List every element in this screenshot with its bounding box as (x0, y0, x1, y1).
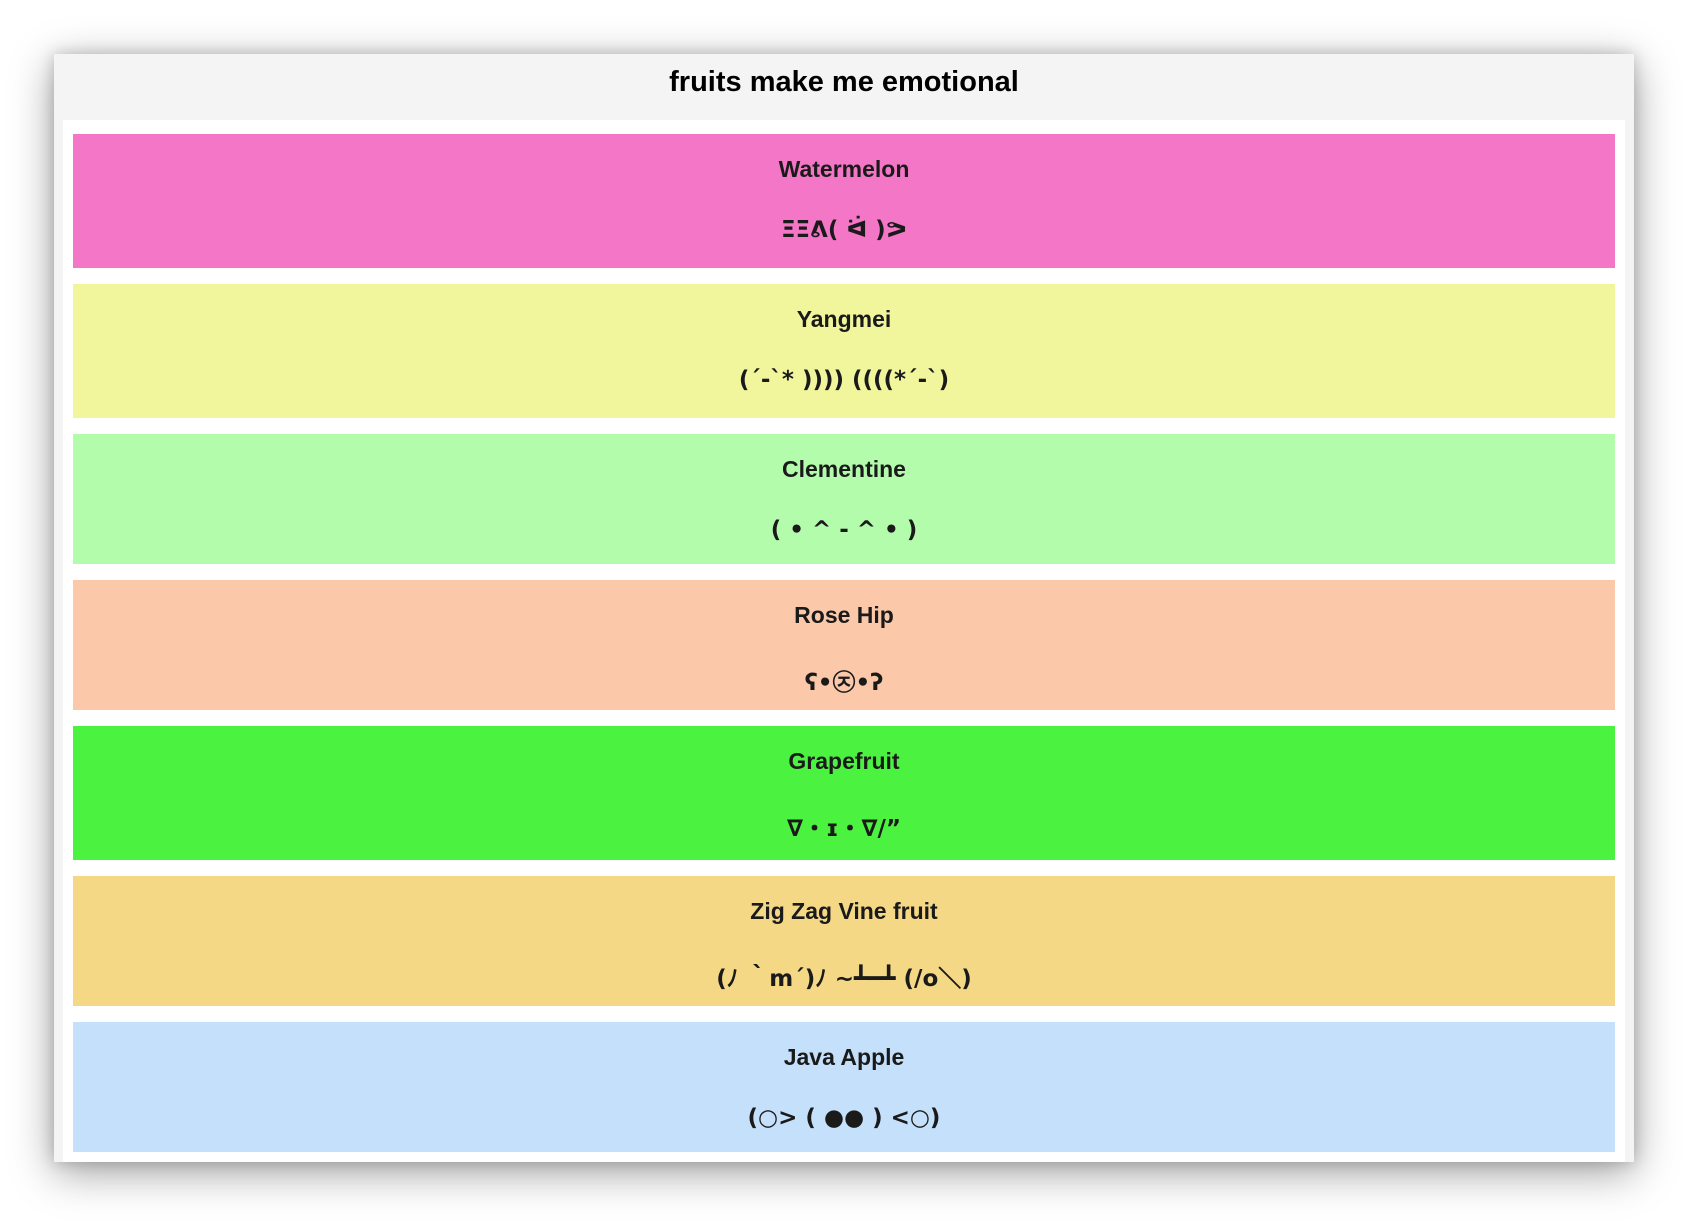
fruit-card-yangmei[interactable]: Yangmei (´-`* )))) ((((*´-`) (73, 284, 1615, 418)
fruit-card-java-apple[interactable]: Java Apple (○> ( ●● ) <○) (73, 1022, 1615, 1152)
app-window: fruits make me emotional Watermelon ΞΞᕕ(… (54, 54, 1634, 1162)
fruit-name: Grapefruit (788, 748, 900, 774)
fruit-emoticon: ʕ•㉨•ʔ (804, 670, 884, 696)
fruit-card-clementine[interactable]: Clementine ( • ^ - ^ • ) (73, 434, 1615, 564)
fruit-list-container: Watermelon ΞΞᕕ( ᐛ )ᕗ Yangmei (´-`* )))) … (63, 120, 1625, 1162)
fruit-emoticon: (ﾉ ｀m´)ﾉ ~┻━┻ (/o＼) (716, 966, 972, 992)
fruit-emoticon: ( • ^ - ^ • ) (770, 517, 918, 543)
fruit-card-rose-hip[interactable]: Rose Hip ʕ•㉨•ʔ (73, 580, 1615, 710)
fruit-card-grapefruit[interactable]: Grapefruit ∇・ɪ・∇/” (73, 726, 1615, 860)
fruit-name: Yangmei (796, 306, 892, 332)
fruit-name: Clementine (782, 456, 906, 482)
fruit-name: Watermelon (778, 156, 910, 182)
fruit-emoticon: (○> ( ●● ) <○) (747, 1105, 941, 1131)
fruit-name: Rose Hip (794, 602, 894, 628)
fruit-list: Watermelon ΞΞᕕ( ᐛ )ᕗ Yangmei (´-`* )))) … (73, 134, 1615, 1152)
fruit-name: Java Apple (783, 1044, 905, 1070)
fruit-card-watermelon[interactable]: Watermelon ΞΞᕕ( ᐛ )ᕗ (73, 134, 1615, 268)
fruit-name: Zig Zag Vine fruit (750, 898, 938, 924)
fruit-emoticon: ΞΞᕕ( ᐛ )ᕗ (780, 217, 908, 243)
fruit-emoticon: ∇・ɪ・∇/” (786, 816, 902, 842)
fruit-card-zig-zag-vine-fruit[interactable]: Zig Zag Vine fruit (ﾉ ｀m´)ﾉ ~┻━┻ (/o＼) (73, 876, 1615, 1006)
page-title: fruits make me emotional (669, 66, 1019, 98)
fruit-emoticon: (´-`* )))) ((((*´-`) (738, 367, 950, 393)
